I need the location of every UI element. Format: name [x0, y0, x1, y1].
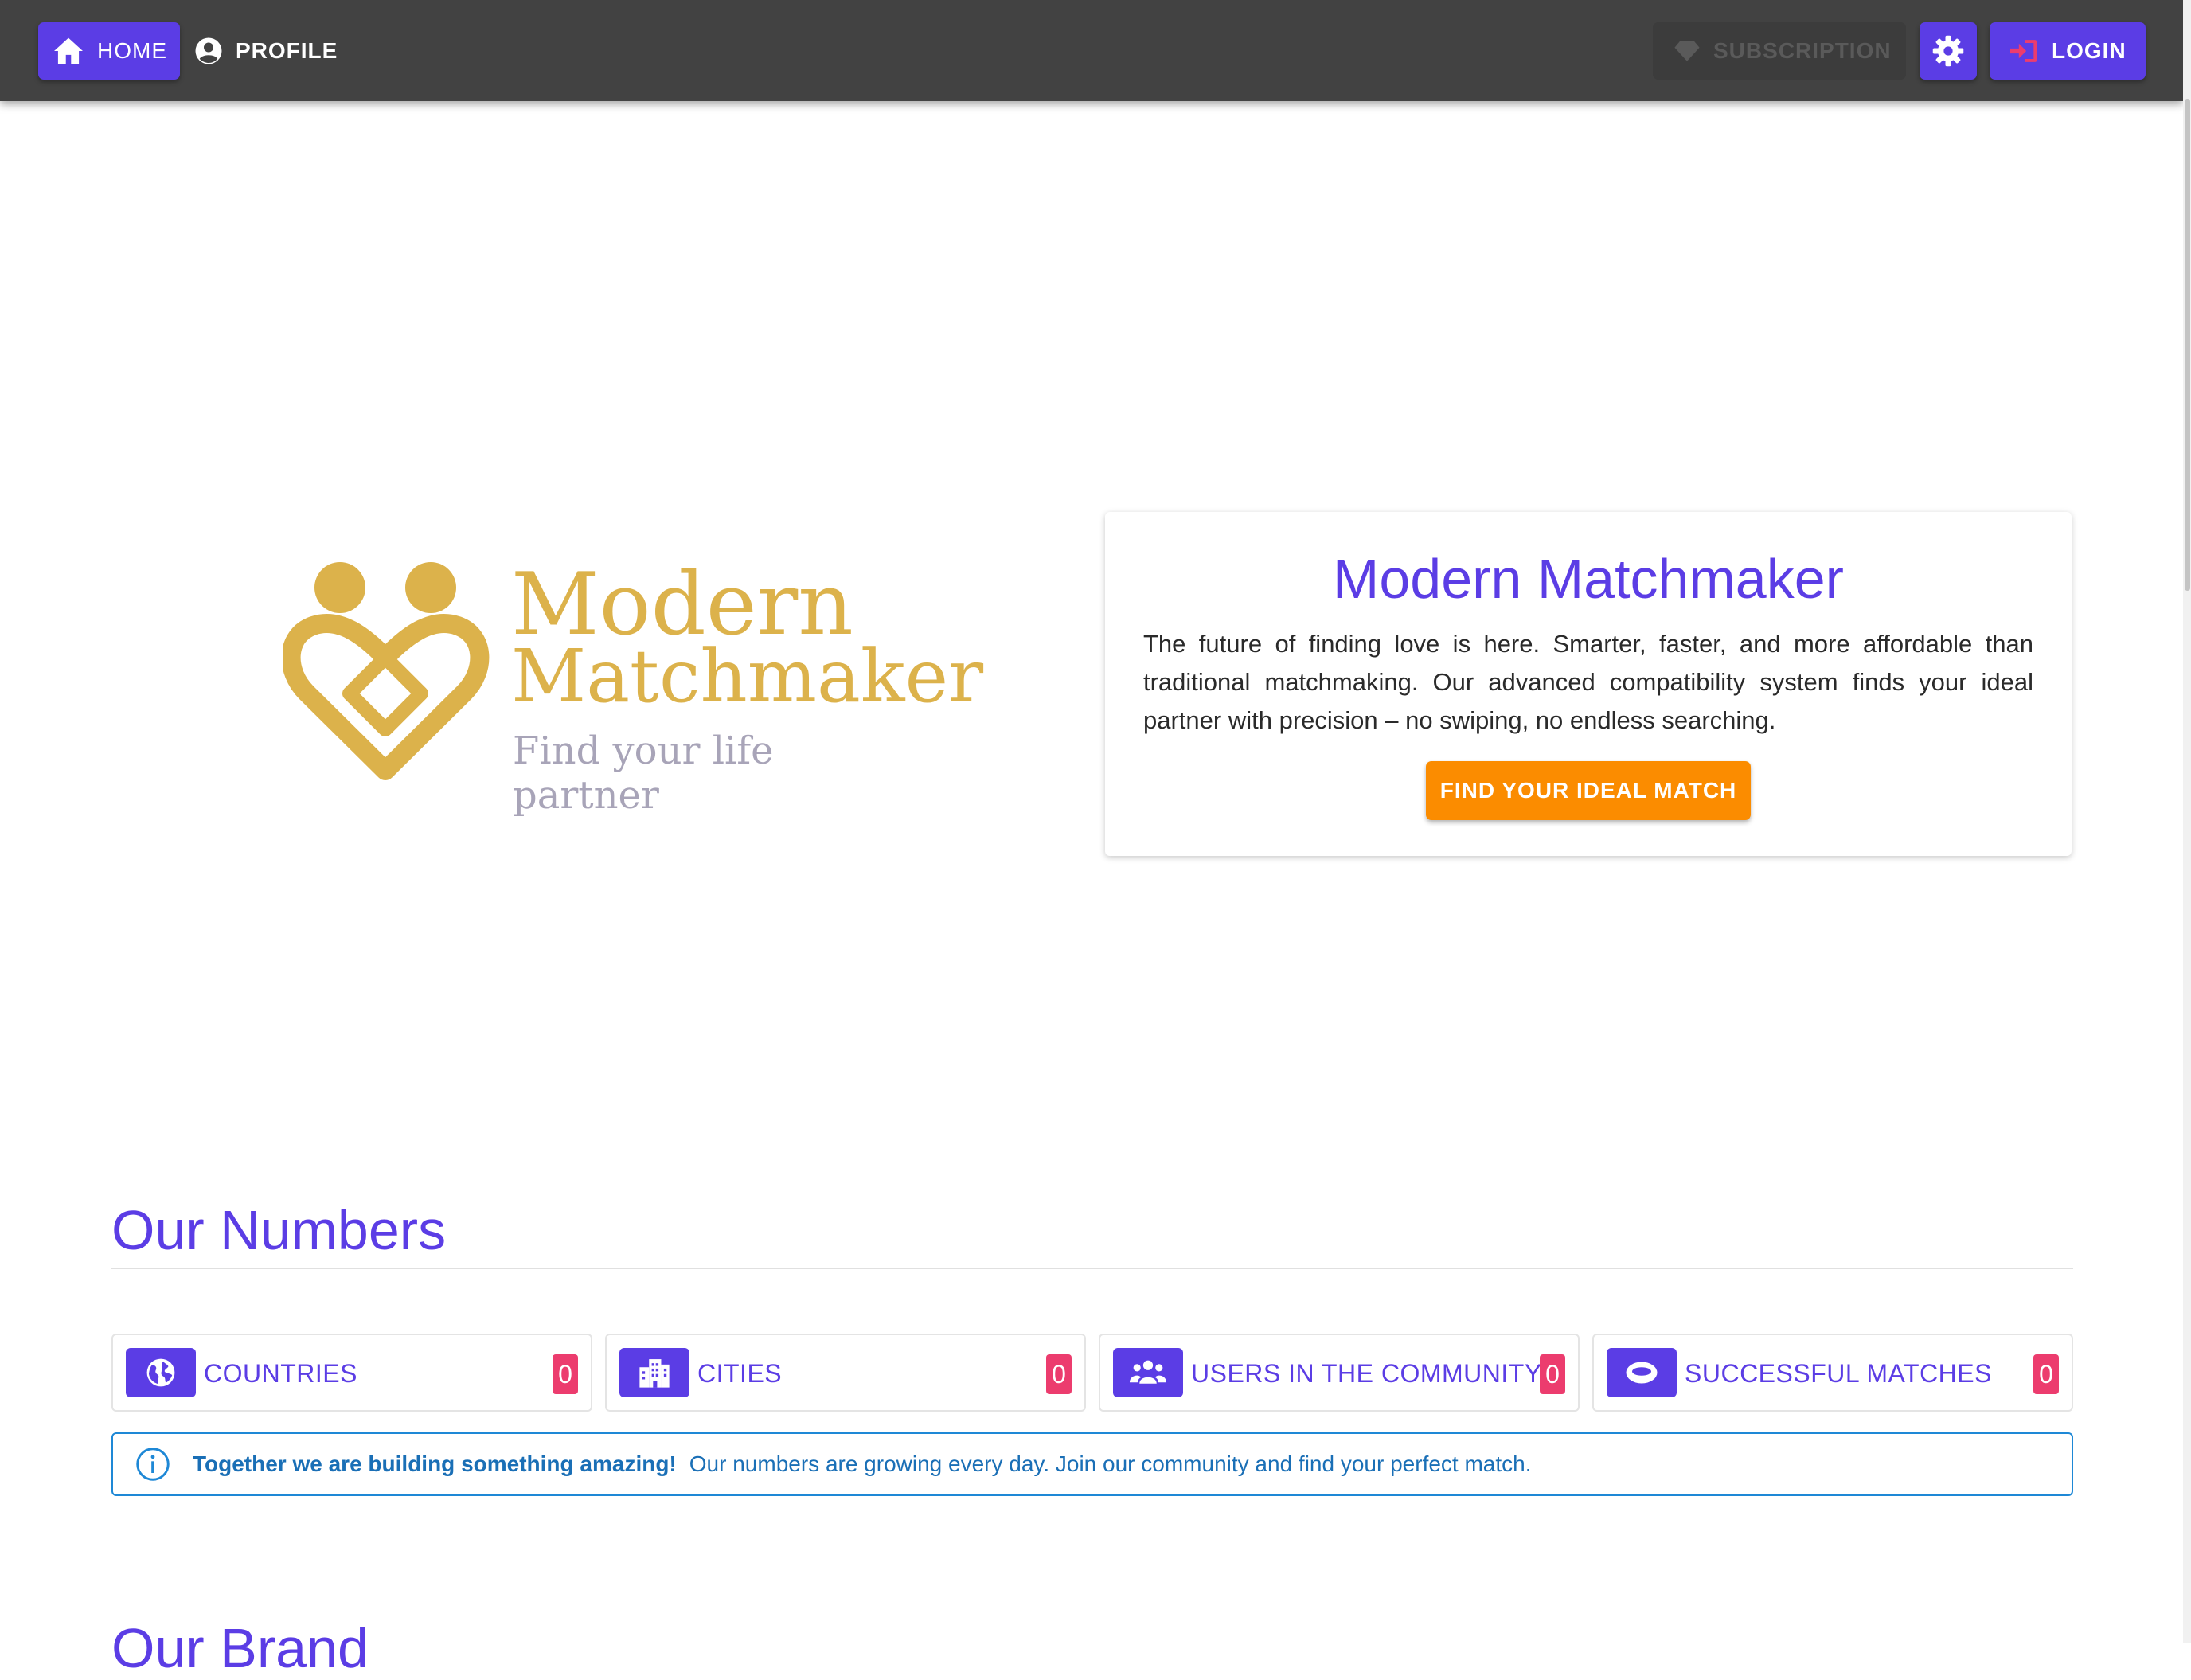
info-alert: Together we are building something amazi… — [111, 1432, 2073, 1496]
nav-profile-label: PROFILE — [236, 38, 338, 63]
diamond-icon — [1674, 41, 1700, 61]
settings-button[interactable] — [1920, 22, 1977, 80]
users-icon — [1113, 1348, 1183, 1397]
city-icon — [619, 1348, 689, 1397]
numbers-section-title: Our Numbers — [111, 1199, 447, 1261]
page-scrollbar[interactable] — [2183, 0, 2191, 1643]
section-divider — [111, 1268, 2073, 1269]
brand-logo: Modern Matchmaker Find your life partner — [283, 557, 983, 818]
stat-count-badge: 0 — [1540, 1354, 1565, 1394]
stat-card-matches: SUCCESSFUL MATCHES 0 — [1592, 1334, 2073, 1412]
nav-subscription-label: SUBSCRIPTION — [1713, 38, 1892, 63]
stat-label: CITIES — [697, 1359, 783, 1388]
hero-title: Modern Matchmaker — [1333, 548, 1844, 610]
nav-home-label: HOME — [97, 38, 167, 63]
scrollbar-thumb[interactable] — [2185, 99, 2190, 591]
login-icon — [2010, 40, 2037, 62]
nav-login-label: LOGIN — [2052, 38, 2127, 63]
gear-icon — [1932, 35, 1964, 67]
nav-profile-button[interactable]: PROFILE — [191, 22, 342, 80]
hero-card: Modern Matchmaker The future of finding … — [1105, 512, 2072, 856]
logo-text-matchmaker: Matchmaker — [511, 634, 984, 719]
top-app-bar: HOME PROFILE SUBSCRIPTION LOGIN — [0, 0, 2183, 101]
nav-subscription-button[interactable]: SUBSCRIPTION — [1653, 22, 1906, 80]
nav-home-button[interactable]: HOME — [38, 22, 180, 80]
info-alert-heading: Together we are building something amazi… — [193, 1451, 677, 1476]
brand-section-title: Our Brand — [111, 1617, 369, 1679]
logo-tagline: Find your life partner — [513, 729, 774, 818]
info-icon — [136, 1448, 170, 1481]
globe-icon — [126, 1348, 196, 1397]
stat-count-badge: 0 — [1046, 1354, 1072, 1394]
stat-count-badge: 0 — [2033, 1354, 2059, 1394]
find-ideal-match-button[interactable]: FIND YOUR IDEAL MATCH — [1426, 761, 1751, 820]
home-icon — [54, 37, 83, 64]
nav-login-button[interactable]: LOGIN — [1990, 22, 2146, 80]
stat-card-cities: CITIES 0 — [605, 1334, 1086, 1412]
stat-label: COUNTRIES — [204, 1359, 357, 1388]
ring-icon — [1607, 1348, 1677, 1397]
heart-couple-logo-icon — [283, 562, 490, 780]
stat-count-badge: 0 — [553, 1354, 578, 1394]
account-circle-icon — [195, 37, 222, 64]
stat-label: SUCCESSFUL MATCHES — [1685, 1359, 1992, 1388]
stat-label: USERS IN THE COMMUNITY — [1191, 1359, 1542, 1388]
stat-card-users: USERS IN THE COMMUNITY 0 — [1099, 1334, 1580, 1412]
stat-card-countries: COUNTRIES 0 — [111, 1334, 592, 1412]
hero-description: The future of finding love is here. Smar… — [1143, 630, 2033, 734]
info-alert-text: Our numbers are growing every day. Join … — [689, 1451, 1532, 1476]
